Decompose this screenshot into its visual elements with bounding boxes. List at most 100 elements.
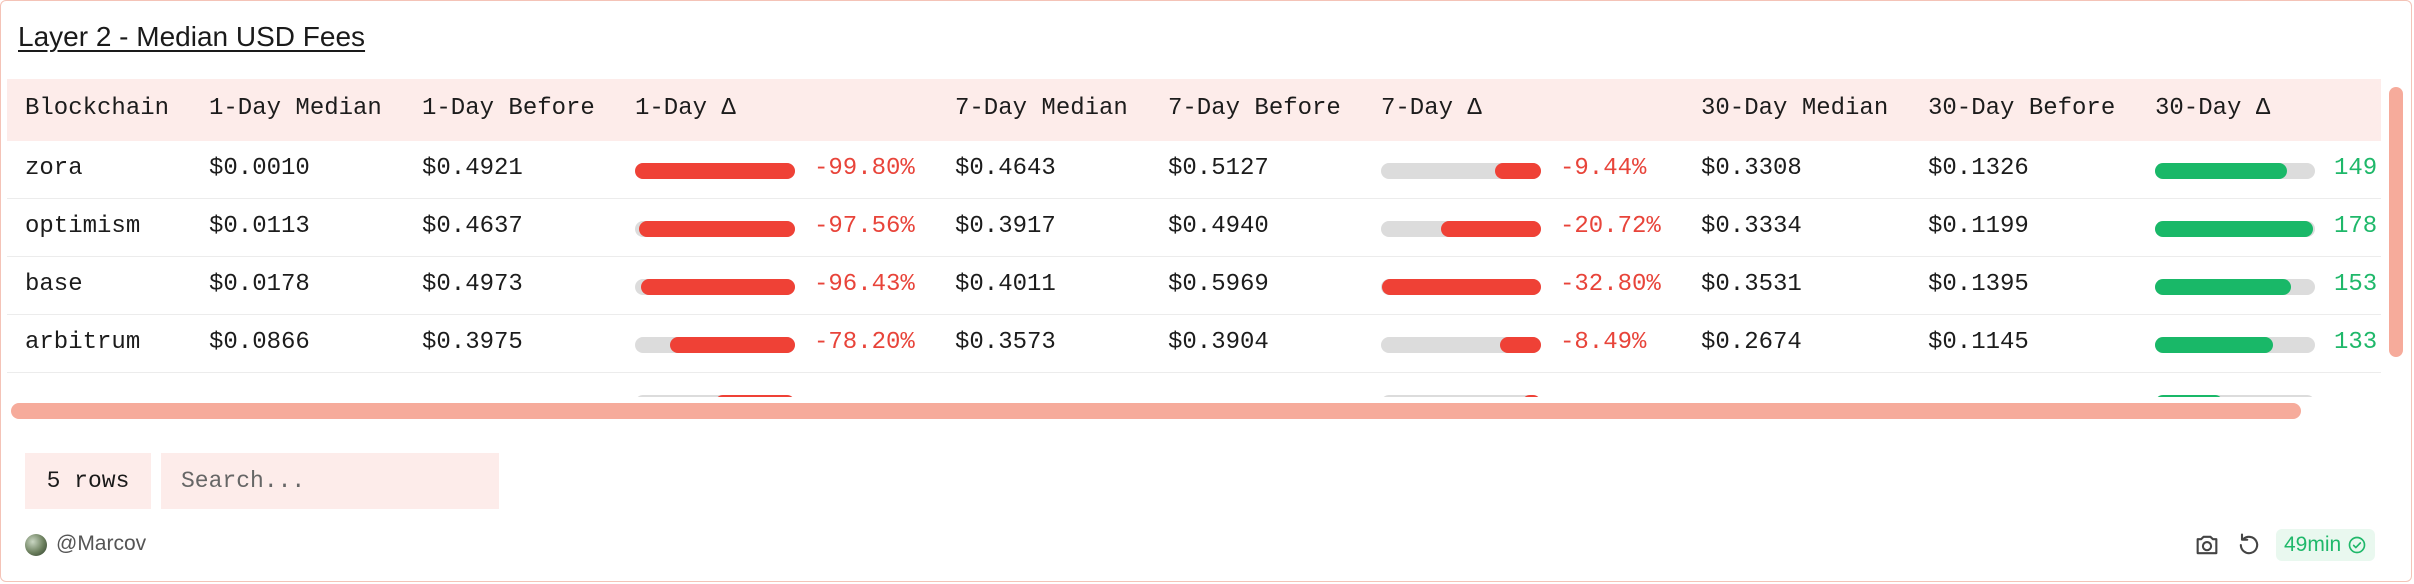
- refresh-time-label: 49min: [2284, 533, 2342, 556]
- delta-value-d1: -78.20%: [814, 329, 915, 356]
- cell-d7b: $0.5969: [1168, 271, 1269, 298]
- cell-d30b: $0.1199: [1928, 213, 2029, 240]
- cell-d30: $0.2674: [1701, 329, 1802, 356]
- cell-d30: $0.3531: [1701, 271, 1802, 298]
- cell-d1: $0.0010: [209, 155, 310, 182]
- delta-bar-d1: [635, 163, 795, 179]
- delta-value-d7: -20.72%: [1560, 213, 1661, 240]
- cell-d30: $0.3334: [1701, 213, 1802, 240]
- delta-bar-d30: [2155, 337, 2315, 353]
- delta-bar-fill: [1382, 279, 1541, 295]
- cell-d30b: $0.1326: [1928, 155, 2029, 182]
- cell-chain: zora: [25, 155, 83, 182]
- cell-d30: $0.3308: [1701, 155, 1802, 182]
- cell-chain: optimism: [25, 213, 141, 240]
- cell-d1b: $0.4921: [422, 155, 523, 182]
- delta-bar-fill: [670, 337, 795, 353]
- delta-value-d1: -99.80%: [814, 155, 915, 182]
- delta-bar-d7: [1381, 163, 1541, 179]
- delta-bar-fill: [1441, 221, 1541, 237]
- column-header-7day-delta[interactable]: 7-Day Δ: [1381, 95, 1482, 122]
- author-name[interactable]: @Marcov: [56, 532, 146, 556]
- cell-d1b: $0.4973: [422, 271, 523, 298]
- cell-d1: $0.0866: [209, 329, 310, 356]
- author-avatar[interactable]: [25, 534, 47, 556]
- vertical-scrollbar[interactable]: [2389, 87, 2403, 357]
- cell-d1b: $0.3975: [422, 329, 523, 356]
- table-header: Blockchain 1-Day Median 1-Day Before 1-D…: [7, 79, 2381, 141]
- column-header-7day-median[interactable]: 7-Day Median: [955, 95, 1128, 122]
- delta-bar-fill: [1495, 163, 1541, 179]
- delta-value-d1: -97.56%: [814, 213, 915, 240]
- cell-chain: base: [25, 271, 83, 298]
- delta-bar-d1: [635, 337, 795, 353]
- delta-bar-d7: [1381, 395, 1541, 397]
- column-header-1day-median[interactable]: 1-Day Median: [209, 95, 382, 122]
- column-header-blockchain[interactable]: Blockchain: [25, 95, 169, 122]
- table-row[interactable]: optimism $0.0113 $0.4637 $0.3917 $0.4940 $0.3…: [7, 199, 2381, 257]
- delta-bar-d1: [635, 279, 795, 295]
- cell-d7b: $0.3904: [1168, 329, 1269, 356]
- delta-bar-d30: [2155, 395, 2315, 397]
- search-input[interactable]: [161, 453, 499, 509]
- column-header-30day-delta[interactable]: 30-Day Δ: [2155, 95, 2270, 122]
- cell-d7b: $0.5127: [1168, 155, 1269, 182]
- delta-value-d30: 153: [2334, 271, 2378, 298]
- delta-value-d1: -96.43%: [814, 271, 915, 298]
- delta-bar-fill: [2155, 395, 2223, 397]
- table-row[interactable]: base $0.0178 $0.4973 $0.4011 $0.5969 $0.3531 $…: [7, 257, 2381, 315]
- table-row[interactable]: zora $0.0010 $0.4921 $0.4643 $0.5127 $0.3308 $…: [7, 141, 2381, 199]
- delta-bar-d30: [2155, 221, 2315, 237]
- horizontal-scrollbar[interactable]: [11, 403, 2301, 419]
- cell-d7: $0.3573: [955, 329, 1056, 356]
- delta-value-d30: 133: [2334, 329, 2378, 356]
- refresh-time-badge[interactable]: 49min: [2276, 529, 2376, 561]
- delta-bar-fill: [2155, 163, 2287, 179]
- cell-d30b: $0.1145: [1928, 329, 2029, 356]
- column-header-1day-delta[interactable]: 1-Day Δ: [635, 95, 736, 122]
- cell-d1b: $0.4637: [422, 213, 523, 240]
- column-header-1day-before[interactable]: 1-Day Before: [422, 95, 595, 122]
- delta-bar-fill: [2155, 279, 2291, 295]
- delta-bar-fill: [2155, 337, 2273, 353]
- delta-bar-fill: [2155, 221, 2313, 237]
- delta-bar-fill: [639, 221, 795, 237]
- delta-bar-fill: [1522, 395, 1541, 397]
- delta-value-d7: -8.49%: [1560, 329, 1647, 356]
- cell-d1: $0.0178: [209, 271, 310, 298]
- delta-bar-d7: [1381, 337, 1541, 353]
- delta-bar-d7: [1381, 221, 1541, 237]
- refresh-icon[interactable]: [2235, 531, 2263, 559]
- delta-bar-d30: [2155, 279, 2315, 295]
- cell-d7: $0.4011: [955, 271, 1056, 298]
- dashboard-card: Layer 2 - Median USD Fees Blockchain 1-D…: [0, 0, 2412, 582]
- column-header-7day-before[interactable]: 7-Day Before: [1168, 95, 1341, 122]
- column-header-30day-median[interactable]: 30-Day Median: [1701, 95, 1888, 122]
- fees-table: Blockchain 1-Day Median 1-Day Before 1-D…: [7, 79, 2381, 397]
- rows-count-button[interactable]: 5 rows: [25, 453, 151, 509]
- cell-d7: $0.4643: [955, 155, 1056, 182]
- delta-value-d7: -32.80%: [1560, 271, 1661, 298]
- delta-bar-d30: [2155, 163, 2315, 179]
- column-header-30day-before[interactable]: 30-Day Before: [1928, 95, 2115, 122]
- cell-d30b: $0.1395: [1928, 271, 2029, 298]
- delta-bar-fill: [715, 395, 795, 397]
- cell-d7b: $0.4940: [1168, 213, 1269, 240]
- cell-d1: $0.0113: [209, 213, 310, 240]
- delta-bar-fill: [635, 163, 795, 179]
- page-title[interactable]: Layer 2 - Median USD Fees: [18, 21, 365, 53]
- delta-value-d30: 178: [2334, 213, 2378, 240]
- cell-chain: arbitrum: [25, 329, 141, 356]
- table-row[interactable]: [7, 373, 2381, 397]
- table-row[interactable]: arbitrum $0.0866 $0.3975 $0.3573 $0.3904 $0.2…: [7, 315, 2381, 373]
- delta-bar-fill: [641, 279, 795, 295]
- delta-value-d7: -9.44%: [1560, 155, 1647, 182]
- delta-bar-d7: [1381, 279, 1541, 295]
- delta-bar-d1: [635, 395, 795, 397]
- delta-bar-fill: [1500, 337, 1541, 353]
- delta-bar-d1: [635, 221, 795, 237]
- check-circle-icon: [2348, 536, 2366, 554]
- delta-value-d30: 149: [2334, 155, 2378, 182]
- cell-d7: $0.3917: [955, 213, 1056, 240]
- camera-icon[interactable]: [2193, 531, 2221, 559]
